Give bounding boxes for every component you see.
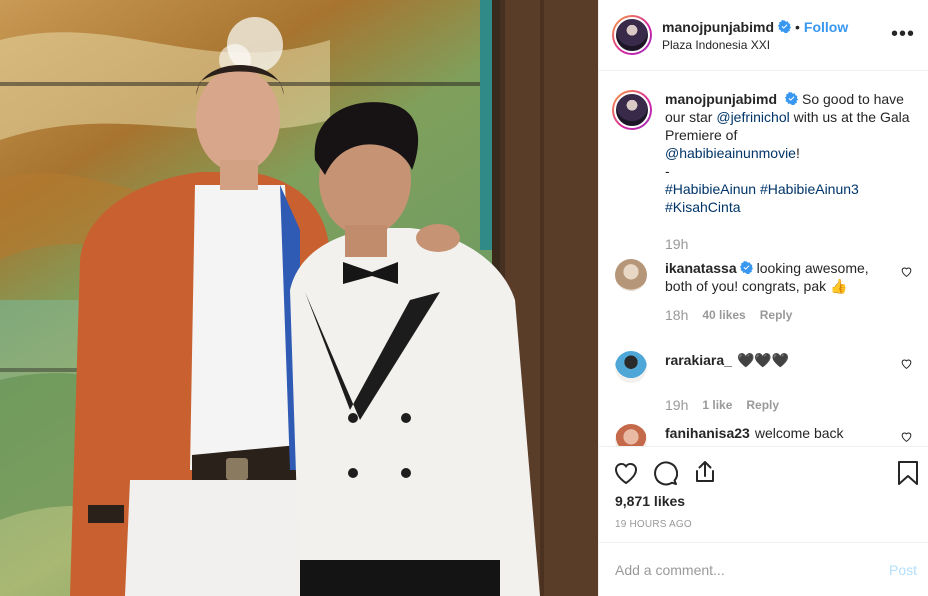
likes-count[interactable]: 9,871 likes: [615, 493, 685, 509]
comment-like-heart-icon[interactable]: [900, 357, 913, 370]
author-avatar[interactable]: [612, 15, 652, 55]
comment-icon[interactable]: [652, 460, 678, 486]
caption-username[interactable]: manojpunjabimd: [665, 91, 777, 107]
comment-time[interactable]: 19h: [665, 397, 688, 413]
post-actions: 9,871 likes 19 hours ago: [599, 446, 928, 542]
add-comment-bar: Post: [599, 542, 928, 596]
commenter-username[interactable]: rarakiara_: [665, 352, 732, 368]
share-icon[interactable]: [692, 459, 718, 485]
comment-time[interactable]: 18h: [665, 307, 688, 323]
caption-dash: -: [665, 163, 670, 179]
caption-mention-1[interactable]: @jefrinichol: [716, 109, 789, 125]
caption-text-3: !: [795, 145, 800, 161]
header-line: manojpunjabimd • Follow: [662, 19, 848, 35]
comment-body: welcome back: [754, 425, 844, 441]
post-header: manojpunjabimd • Follow Plaza Indonesia …: [599, 0, 928, 71]
commenter-avatar[interactable]: [615, 424, 647, 446]
comment-reply-button[interactable]: Reply: [760, 308, 793, 322]
post-side-panel: manojpunjabimd • Follow Plaza Indonesia …: [598, 0, 928, 596]
comment-row: fanihanisa23 welcome back: [612, 424, 917, 446]
comment-row: ikanatassa looking awesome, both of you!…: [612, 259, 917, 295]
caption-avatar[interactable]: [612, 90, 652, 130]
comment-reply-button[interactable]: Reply: [746, 398, 779, 412]
caption-body: manojpunjabimd So good to have our star …: [665, 90, 915, 216]
comment-meta: 19h 1 like Reply: [665, 397, 917, 413]
post-photo-illustration: [0, 0, 598, 596]
caption-mention-2[interactable]: @habibieainunmovie: [665, 145, 796, 161]
comment-text: fanihanisa23 welcome back: [665, 424, 890, 446]
comment-like-heart-icon[interactable]: [900, 265, 913, 278]
verified-badge-icon: [778, 20, 791, 33]
comment-item: rarakiara_ 🖤🖤🖤 19h 1 like Reply: [612, 351, 917, 413]
bookmark-icon[interactable]: [895, 460, 921, 486]
post-comment-button[interactable]: Post: [889, 562, 917, 578]
comments-scroll-area[interactable]: manojpunjabimd So good to have our star …: [599, 72, 928, 446]
post-photo[interactable]: [0, 0, 598, 596]
commenter-username[interactable]: ikanatassa: [665, 260, 737, 276]
heart-icon[interactable]: [613, 460, 639, 486]
more-options-icon[interactable]: •••: [891, 24, 915, 44]
commenter-username[interactable]: fanihanisa23: [665, 425, 750, 441]
follow-button[interactable]: Follow: [804, 19, 848, 35]
header-separator: •: [795, 18, 800, 35]
author-avatar-image: [614, 17, 650, 53]
caption-hashtag-2[interactable]: #HabibieAinun3: [760, 181, 859, 197]
caption-hashtag-3[interactable]: #KisahCinta: [665, 199, 741, 215]
comment-item: ikanatassa looking awesome, both of you!…: [612, 259, 917, 323]
caption-avatar-image: [614, 92, 650, 128]
header-text: manojpunjabimd • Follow Plaza Indonesia …: [662, 19, 848, 52]
comment-row: rarakiara_ 🖤🖤🖤: [612, 351, 917, 383]
comment-text: ikanatassa looking awesome, both of you!…: [665, 259, 890, 295]
comment-item: fanihanisa23 welcome back: [612, 424, 917, 446]
caption-time[interactable]: 19h: [665, 236, 688, 252]
add-comment-input[interactable]: [615, 561, 875, 578]
post-location[interactable]: Plaza Indonesia XXI: [662, 38, 848, 52]
instagram-post: manojpunjabimd • Follow Plaza Indonesia …: [0, 0, 928, 596]
comment-like-heart-icon[interactable]: [900, 430, 913, 443]
comment-text: rarakiara_ 🖤🖤🖤: [665, 351, 890, 383]
verified-badge-icon: [739, 261, 753, 274]
author-username[interactable]: manojpunjabimd: [662, 19, 774, 35]
verified-badge-icon: [785, 92, 798, 105]
commenter-avatar[interactable]: [615, 259, 647, 291]
comment-meta: 18h 40 likes Reply: [665, 307, 917, 323]
comment-likes[interactable]: 1 like: [702, 398, 732, 412]
comment-body: 🖤🖤🖤: [736, 352, 790, 368]
commenter-avatar[interactable]: [615, 351, 647, 383]
posted-time[interactable]: 19 hours ago: [615, 519, 692, 530]
post-caption: manojpunjabimd So good to have our star …: [612, 90, 917, 216]
caption-hashtag-1[interactable]: #HabibieAinun: [665, 181, 756, 197]
comment-likes[interactable]: 40 likes: [702, 308, 745, 322]
